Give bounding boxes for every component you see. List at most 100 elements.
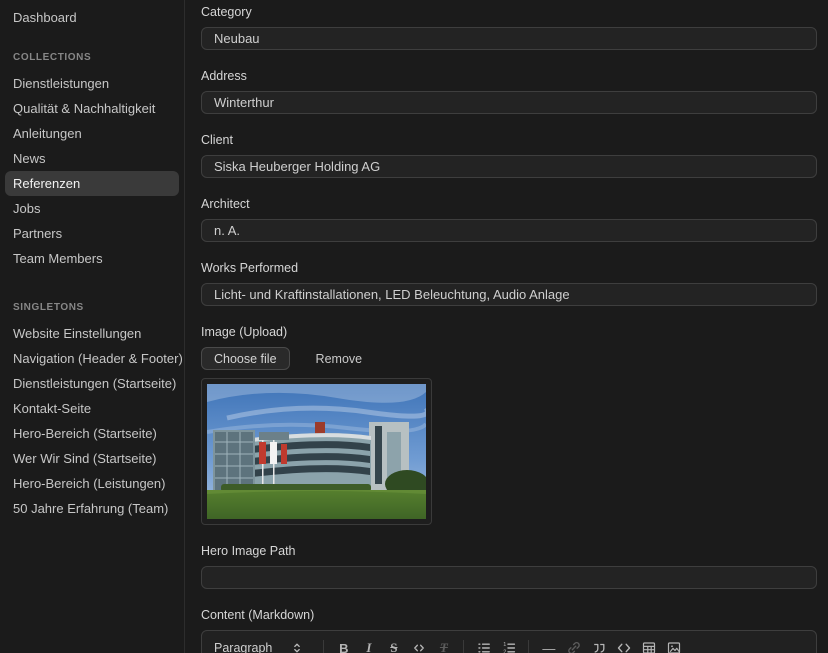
sidebar-item-label: Dienstleistungen: [13, 76, 110, 91]
ordered-list-icon: 12: [501, 640, 517, 653]
code-block-button[interactable]: [611, 636, 636, 653]
address-label: Address: [201, 69, 247, 83]
sidebar-item-label: 50 Jahre Erfahrung (Team): [13, 501, 169, 516]
link-button[interactable]: [561, 636, 586, 653]
italic-button[interactable]: I: [356, 636, 381, 653]
sidebar-item-label: Hero-Bereich (Startseite): [13, 426, 157, 441]
choose-file-button[interactable]: Choose file: [201, 347, 290, 370]
link-icon: [566, 640, 582, 653]
category-input[interactable]: [201, 27, 817, 50]
sidebar-item-news[interactable]: News: [5, 146, 179, 171]
sidebar-collections-list: Dienstleistungen Qualität & Nachhaltigke…: [0, 71, 184, 271]
sidebar-item-website-einstellungen[interactable]: Website Einstellungen: [5, 321, 179, 346]
field-client: Client: [201, 133, 817, 178]
bold-button[interactable]: B: [331, 636, 356, 653]
code-block-icon: [616, 640, 632, 653]
horizontal-rule-icon: —: [542, 640, 556, 653]
chevron-up-down-icon: [290, 641, 304, 653]
sidebar-item-partners[interactable]: Partners: [5, 221, 179, 246]
client-label: Client: [201, 133, 233, 147]
sidebar-item-label: News: [13, 151, 46, 166]
toolbar-divider: [528, 640, 530, 653]
toolbar-group-format: BIS T: [331, 636, 456, 653]
sidebar-item-dienstleistungen[interactable]: Dienstleistungen: [5, 71, 179, 96]
sidebar-item-hero-bereich-startseite[interactable]: Hero-Bereich (Startseite): [5, 421, 179, 446]
sidebar-item-dashboard[interactable]: Dashboard: [5, 5, 179, 30]
sidebar-item-anleitungen[interactable]: Anleitungen: [5, 121, 179, 146]
address-input[interactable]: [201, 91, 817, 114]
sidebar-item-label: Dienstleistungen (Startseite): [13, 376, 177, 391]
blockquote-button[interactable]: [586, 636, 611, 653]
image-icon: [666, 640, 682, 653]
sidebar-item-hero-bereich-leistungen[interactable]: Hero-Bereich (Leistungen): [5, 471, 179, 496]
sidebar-section-title-collections: COLLECTIONS: [13, 52, 92, 63]
works-performed-label: Works Performed: [201, 261, 299, 275]
image-preview: [201, 378, 432, 525]
blockquote-icon: [591, 640, 607, 653]
sidebar-item-team-members[interactable]: Team Members: [5, 246, 179, 271]
sidebar-item-label: Partners: [13, 226, 63, 241]
bold-icon: B: [339, 640, 349, 653]
table-icon: [641, 640, 657, 653]
remove-file-button[interactable]: Remove: [316, 352, 363, 366]
sidebar-item-label: Qualität & Nachhaltigkeit: [13, 101, 156, 116]
image-button[interactable]: [661, 636, 686, 653]
sidebar-singletons-list: Website Einstellungen Navigation (Header…: [0, 321, 184, 521]
block-type-select[interactable]: Paragraph: [214, 641, 304, 653]
clear-formatting-button[interactable]: T: [431, 636, 456, 653]
sidebar-item-jobs[interactable]: Jobs: [5, 196, 179, 221]
architect-input[interactable]: [201, 219, 817, 242]
sidebar-item-50-jahre-erfahrung-team[interactable]: 50 Jahre Erfahrung (Team): [5, 496, 179, 521]
sidebar: Dashboard COLLECTIONS Dienstleistungen Q…: [0, 0, 185, 653]
sidebar-item-wer-wir-sind-startseite[interactable]: Wer Wir Sind (Startseite): [5, 446, 179, 471]
content-markdown-label: Content (Markdown): [201, 608, 315, 622]
entry-form: Category Address Client Architect Works …: [186, 0, 828, 653]
sidebar-item-label: Website Einstellungen: [13, 326, 142, 341]
category-label: Category: [201, 5, 252, 19]
sidebar-item-referenzen[interactable]: Referenzen: [5, 171, 179, 196]
sidebar-item-dienstleistungen-startseite[interactable]: Dienstleistungen (Startseite): [5, 371, 179, 396]
sidebar-item-label: Dashboard: [13, 10, 77, 25]
field-address: Address: [201, 69, 817, 114]
sidebar-item-navigation-header-footer[interactable]: Navigation (Header & Footer): [5, 346, 183, 371]
field-category: Category: [201, 5, 817, 50]
sidebar-item-kontakt-seite[interactable]: Kontakt-Seite: [5, 396, 179, 421]
inline-code-button[interactable]: [406, 636, 431, 653]
block-type-label: Paragraph: [214, 641, 273, 653]
svg-text:1: 1: [503, 642, 506, 648]
building-photo-image: [207, 384, 426, 519]
field-architect: Architect: [201, 197, 817, 242]
architect-label: Architect: [201, 197, 250, 211]
sidebar-item-label: Hero-Bereich (Leistungen): [13, 476, 166, 491]
sidebar-section-title-singletons: SINGLETONS: [13, 302, 84, 313]
sidebar-item-label: Referenzen: [13, 176, 81, 191]
table-button[interactable]: [636, 636, 661, 653]
toolbar-divider: [463, 640, 465, 653]
sidebar-item-label: Kontakt-Seite: [13, 401, 92, 416]
bullet-list-icon: [476, 640, 492, 653]
clear-formatting-icon: T: [439, 640, 448, 653]
image-upload-label: Image (Upload): [201, 325, 288, 339]
strikethrough-icon: S: [390, 640, 398, 653]
markdown-toolbar: Paragraph BIST 12 —: [202, 631, 816, 653]
ordered-list-button[interactable]: 12: [496, 636, 521, 653]
svg-text:2: 2: [503, 650, 506, 653]
sidebar-item-label: Navigation (Header & Footer): [13, 351, 183, 366]
field-content-markdown: Content (Markdown) Paragraph BIS T 1 2 —: [201, 608, 817, 653]
bullet-list-button[interactable]: [471, 636, 496, 653]
works-performed-input[interactable]: [201, 283, 817, 306]
sidebar-item-qualitaet-nachhaltigkeit[interactable]: Qualität & Nachhaltigkeit: [5, 96, 179, 121]
sidebar-item-label: Anleitungen: [13, 126, 82, 141]
horizontal-rule-button[interactable]: —: [536, 636, 561, 653]
toolbar-group-insert: —: [536, 636, 686, 653]
markdown-editor: Paragraph BIST 12 —: [201, 630, 817, 653]
hero-image-path-input[interactable]: [201, 566, 817, 589]
strikethrough-button[interactable]: S: [381, 636, 406, 653]
sidebar-item-label: Team Members: [13, 251, 103, 266]
inline-code-icon: [411, 640, 427, 653]
field-works-performed: Works Performed: [201, 261, 817, 306]
hero-image-path-label: Hero Image Path: [201, 544, 296, 558]
sidebar-item-label: Wer Wir Sind (Startseite): [13, 451, 157, 466]
field-hero-image-path: Hero Image Path: [201, 544, 817, 589]
client-input[interactable]: [201, 155, 817, 178]
